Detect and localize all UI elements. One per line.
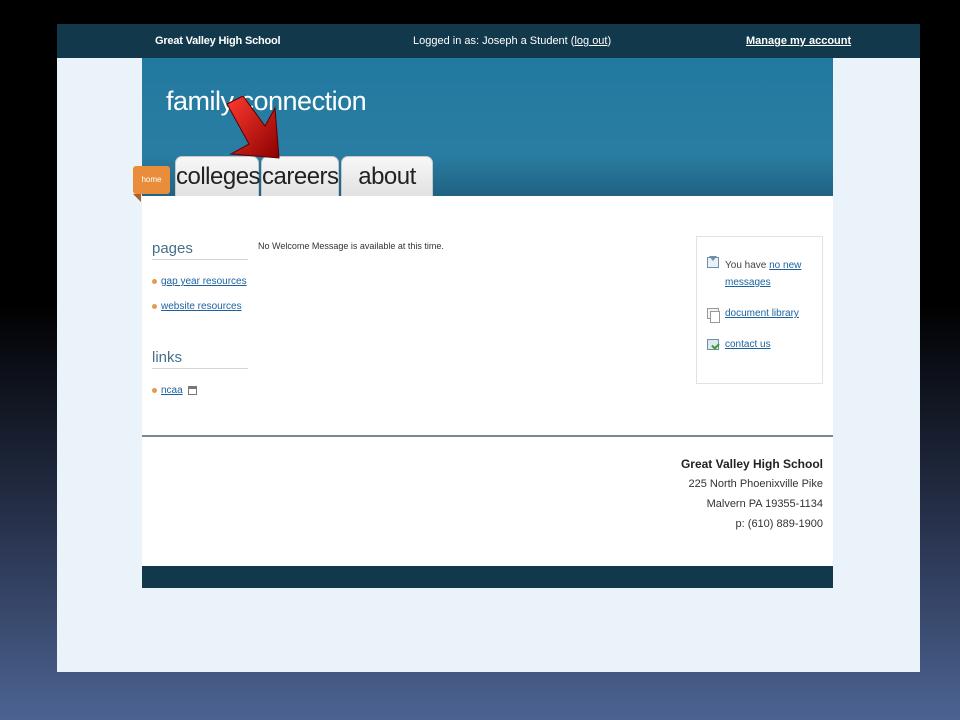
bottom-bar	[142, 566, 833, 588]
document-library-row: document library	[707, 308, 799, 323]
messages-panel: You have no new messages document librar…	[696, 236, 823, 384]
school-name: Great Valley High School	[155, 35, 281, 47]
footer-school-name: Great Valley High School	[680, 457, 823, 471]
bullet-icon	[152, 387, 157, 393]
mail-icon	[707, 256, 719, 268]
ncaa-link[interactable]: ncaa	[161, 385, 183, 396]
contact-row: contact us	[707, 339, 771, 350]
list-item: website resources	[152, 301, 242, 312]
manage-account-link[interactable]: Manage my account	[746, 35, 851, 47]
messages-row: You have no new messages	[707, 256, 817, 291]
messages-text: You have no new messages	[725, 257, 817, 291]
school-address: Great Valley High School 225 North Phoen…	[681, 454, 823, 534]
contact-icon	[707, 339, 719, 350]
login-prefix: Logged in as: Joseph a Student (	[413, 35, 575, 47]
bullet-icon	[152, 303, 157, 309]
website-resources-link[interactable]: website resources	[161, 301, 242, 312]
tab-home[interactable]: home	[133, 166, 170, 202]
login-suffix: )	[607, 35, 612, 47]
footer-divider	[142, 435, 833, 437]
contact-us-link[interactable]: contact us	[725, 339, 771, 350]
top-bar: Great Valley High School Logged in as: J…	[57, 24, 920, 58]
right-margin	[833, 58, 920, 566]
document-icon	[707, 308, 720, 323]
browser-page: Great Valley High School Logged in as: J…	[57, 24, 920, 672]
pages-heading: pages	[152, 240, 248, 260]
external-window-icon[interactable]	[187, 385, 197, 395]
gap-year-resources-link[interactable]: gap year resources	[161, 276, 247, 287]
you-have-label: You have	[725, 260, 770, 271]
list-item: ncaa	[152, 385, 197, 396]
logout-link[interactable]: log out	[574, 35, 607, 47]
main-content: pages gap year resources website resourc…	[142, 196, 833, 566]
login-status: Logged in as: Joseph a Student (log out)	[413, 35, 611, 47]
footer-phone: p: (610) 889-1900	[735, 518, 823, 530]
welcome-message: No Welcome Message is available at this …	[258, 241, 444, 251]
footer-address-line2: Malvern PA 19355-1134	[706, 498, 823, 510]
footer-address-line1: 225 North Phoenixville Pike	[688, 478, 823, 490]
bullet-icon	[152, 278, 157, 284]
list-item: gap year resources	[152, 276, 247, 287]
tab-about-me[interactable]: about me	[341, 156, 433, 230]
document-library-link[interactable]: document library	[725, 308, 799, 319]
red-arrow-icon	[226, 96, 280, 159]
links-heading: links	[152, 349, 248, 369]
